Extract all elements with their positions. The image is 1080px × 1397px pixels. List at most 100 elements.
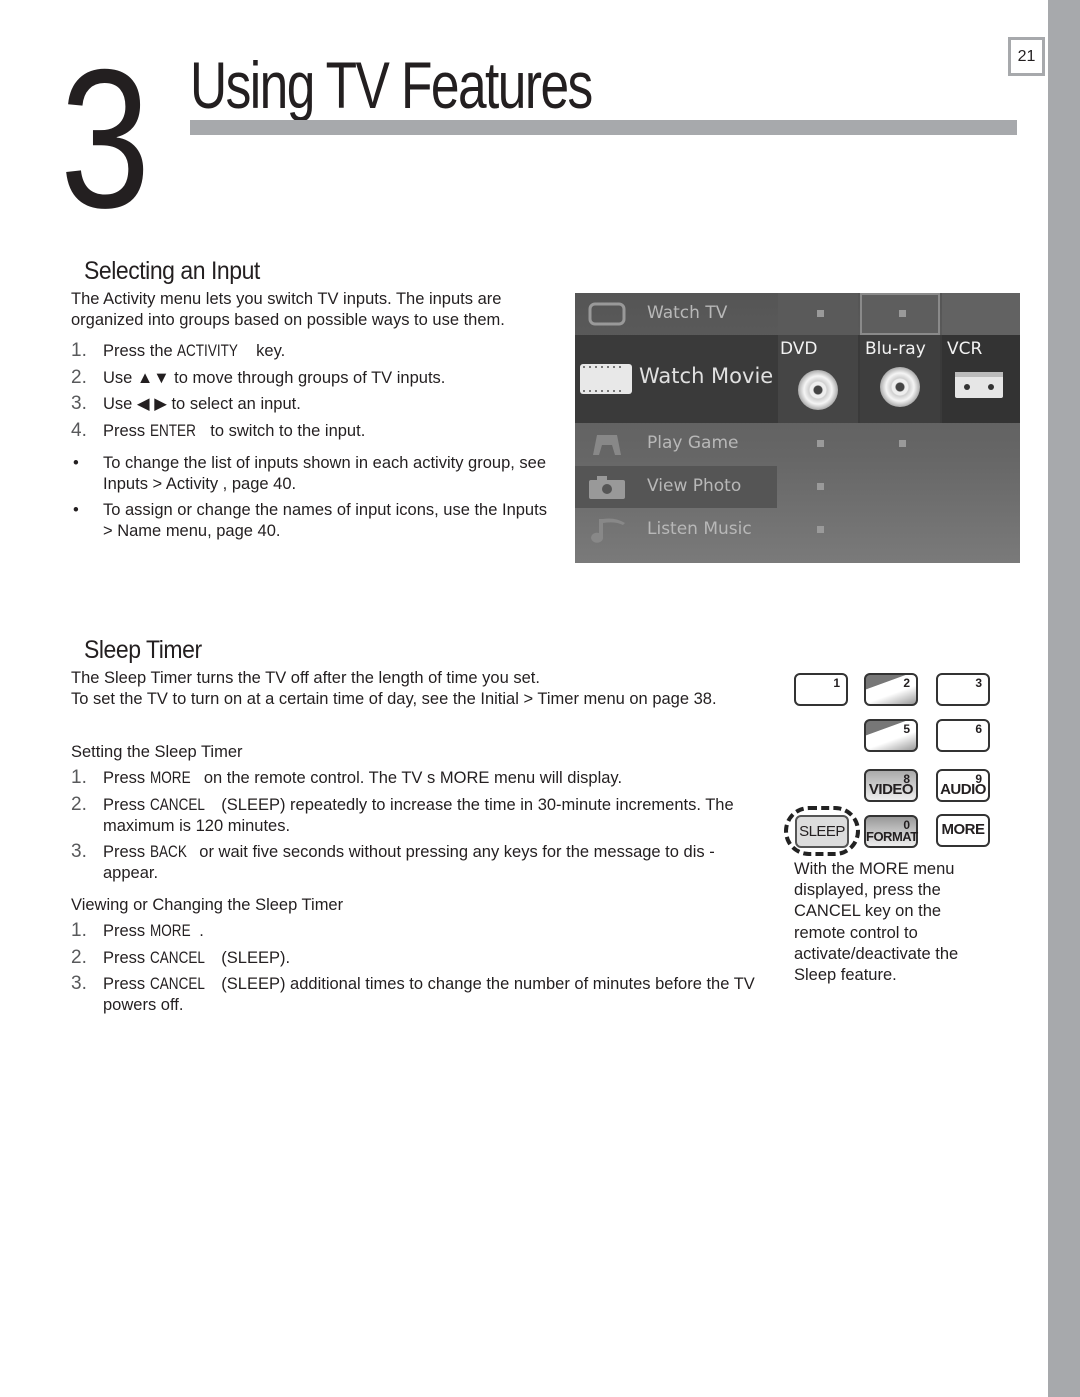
step-text: Press xyxy=(103,421,150,440)
key-video[interactable]: 8 VIDEO xyxy=(864,769,918,802)
step-text: to switch to the input. xyxy=(205,421,366,440)
camera-icon xyxy=(589,476,625,499)
menu-row-label: View Photo xyxy=(647,476,742,496)
activity-menu-screenshot: Watch TV Watch Movie DVD Blu-ray VCR Pla… xyxy=(575,293,1020,563)
disc-icon xyxy=(880,367,920,407)
step-number: 1. xyxy=(71,920,87,941)
input-bluray[interactable]: Blu-ray xyxy=(860,335,940,423)
tv-icon xyxy=(588,302,626,326)
menu-row-play-game[interactable]: Play Game xyxy=(575,423,1020,465)
empty-slot-icon xyxy=(817,526,824,533)
menu-row-label: Watch Movie xyxy=(639,364,774,388)
step: 4. Press ENTER to switch to the input. xyxy=(71,419,551,442)
input-slot[interactable] xyxy=(778,466,858,508)
key-label: VIDEO xyxy=(868,781,914,798)
step: 1. Press MORE on the remote control. The … xyxy=(71,767,761,789)
step-number: 4. xyxy=(71,419,87,441)
menu-row-label: Watch TV xyxy=(647,303,728,323)
key-name: CANCEL xyxy=(149,948,205,967)
key-label: SLEEP xyxy=(799,823,845,840)
empty-slot-icon xyxy=(899,440,906,447)
input-slot[interactable] xyxy=(778,293,858,335)
input-vcr[interactable]: VCR xyxy=(942,335,1020,423)
step: 3. Use ◀ ▶ to select an input. xyxy=(71,393,551,415)
viewing-steps: 1. Press MORE. 2. Press CANCEL (SLEEP). 3.… xyxy=(71,920,761,1022)
menu-row-watch-movie[interactable]: Watch Movie DVD Blu-ray VCR xyxy=(575,335,1020,423)
bullet-icon: • xyxy=(73,501,79,519)
title-rule xyxy=(190,120,1017,135)
step-number: 2. xyxy=(71,366,87,388)
step: 2. Press CANCEL (SLEEP). xyxy=(71,947,761,969)
chapter-title: Using TV Features xyxy=(190,48,593,122)
step-number: 3. xyxy=(71,973,87,994)
step: 3. Press CANCEL (SLEEP) additional times … xyxy=(71,973,761,1016)
input-label: DVD xyxy=(780,339,818,359)
step-text: Press the xyxy=(103,342,178,360)
key-number: 5 xyxy=(903,722,910,736)
step-text: . xyxy=(199,922,204,940)
key-name: CANCEL xyxy=(149,975,205,993)
empty-slot-icon xyxy=(817,483,824,490)
key-1[interactable]: 1 xyxy=(794,673,848,706)
step: 2. Press CANCEL (SLEEP) repeatedly to inc… xyxy=(71,793,761,837)
input-slot[interactable] xyxy=(860,423,940,465)
step-text: Press xyxy=(103,948,150,967)
key-label: FORMAT xyxy=(866,829,918,844)
section1-steps: 1. Press the ACTIVITY key. 2. Use ▲▼ to mo… xyxy=(71,340,551,447)
key-number: 3 xyxy=(975,676,982,690)
gamepad-icon xyxy=(593,435,621,455)
section1-intro: The Activity menu lets you switch TV inp… xyxy=(71,290,505,329)
step-text: Press xyxy=(103,975,150,993)
step: 2. Use ▲▼ to move through groups of TV in… xyxy=(71,366,551,389)
step-text: Use ▲▼ to move through groups of TV inpu… xyxy=(103,368,446,387)
step-text: (SLEEP). xyxy=(216,948,291,967)
step-text: Press xyxy=(103,843,150,861)
step-number: 1. xyxy=(71,767,87,788)
input-label: Blu-ray xyxy=(865,339,926,359)
key-format[interactable]: 0 FORMAT xyxy=(864,815,918,848)
step-text: Press xyxy=(103,922,150,940)
film-icon xyxy=(580,364,632,394)
input-dvd[interactable]: DVD xyxy=(778,335,858,423)
setting-steps: 1. Press MORE on the remote control. The … xyxy=(71,767,761,890)
input-slot[interactable] xyxy=(778,509,858,551)
bullet-item: • To assign or change the names of input … xyxy=(71,500,556,542)
subheading-viewing: Viewing or Changing the Sleep Timer xyxy=(71,896,344,914)
section1-bullets: • To change the list of inputs shown in e… xyxy=(71,453,556,547)
key-2[interactable]: 2 xyxy=(864,673,918,706)
page-edge-bar xyxy=(1048,0,1080,1397)
input-slot[interactable] xyxy=(942,293,1020,335)
chapter-number: 3 xyxy=(60,28,150,249)
key-sleep[interactable]: SLEEP xyxy=(795,815,849,848)
key-name: MORE xyxy=(149,922,191,940)
menu-row-watch-tv[interactable]: Watch TV xyxy=(575,293,1020,335)
disc-icon xyxy=(798,370,838,410)
step-number: 1. xyxy=(71,340,87,361)
key-6[interactable]: 6 xyxy=(936,719,990,752)
remote-caption: With the MORE menu displayed, press the … xyxy=(794,860,959,985)
input-slot-selected[interactable] xyxy=(860,293,940,335)
step: 1. Press MORE. xyxy=(71,920,761,942)
bullet-icon: • xyxy=(73,454,79,472)
key-5[interactable]: 5 xyxy=(864,719,918,752)
key-audio[interactable]: 9 AUDIO xyxy=(936,769,990,802)
key-number: 2 xyxy=(903,676,910,690)
page-number: 21 xyxy=(1008,37,1045,76)
key-label: AUDIO xyxy=(940,781,986,798)
key-name: ENTER xyxy=(149,421,196,440)
key-label: MORE xyxy=(941,821,986,838)
step-number: 3. xyxy=(71,841,87,862)
key-more[interactable]: MORE xyxy=(936,814,990,847)
key-name: MORE xyxy=(149,769,191,787)
section-heading-sleep-timer: Sleep Timer xyxy=(84,636,202,664)
menu-row-view-photo[interactable]: View Photo xyxy=(575,466,1020,508)
key-name: CANCEL xyxy=(149,795,205,814)
key-name: ACTIVITY xyxy=(177,342,239,360)
step-number: 2. xyxy=(71,793,87,815)
input-slot[interactable] xyxy=(778,423,858,465)
step-text: or wait five seconds without pressing an… xyxy=(103,843,715,882)
step-text: on the remote control. The TV s MORE men… xyxy=(199,769,623,787)
key-3[interactable]: 3 xyxy=(936,673,990,706)
menu-row-listen-music[interactable]: Listen Music xyxy=(575,509,1020,551)
subheading-setting: Setting the Sleep Timer xyxy=(71,743,243,761)
